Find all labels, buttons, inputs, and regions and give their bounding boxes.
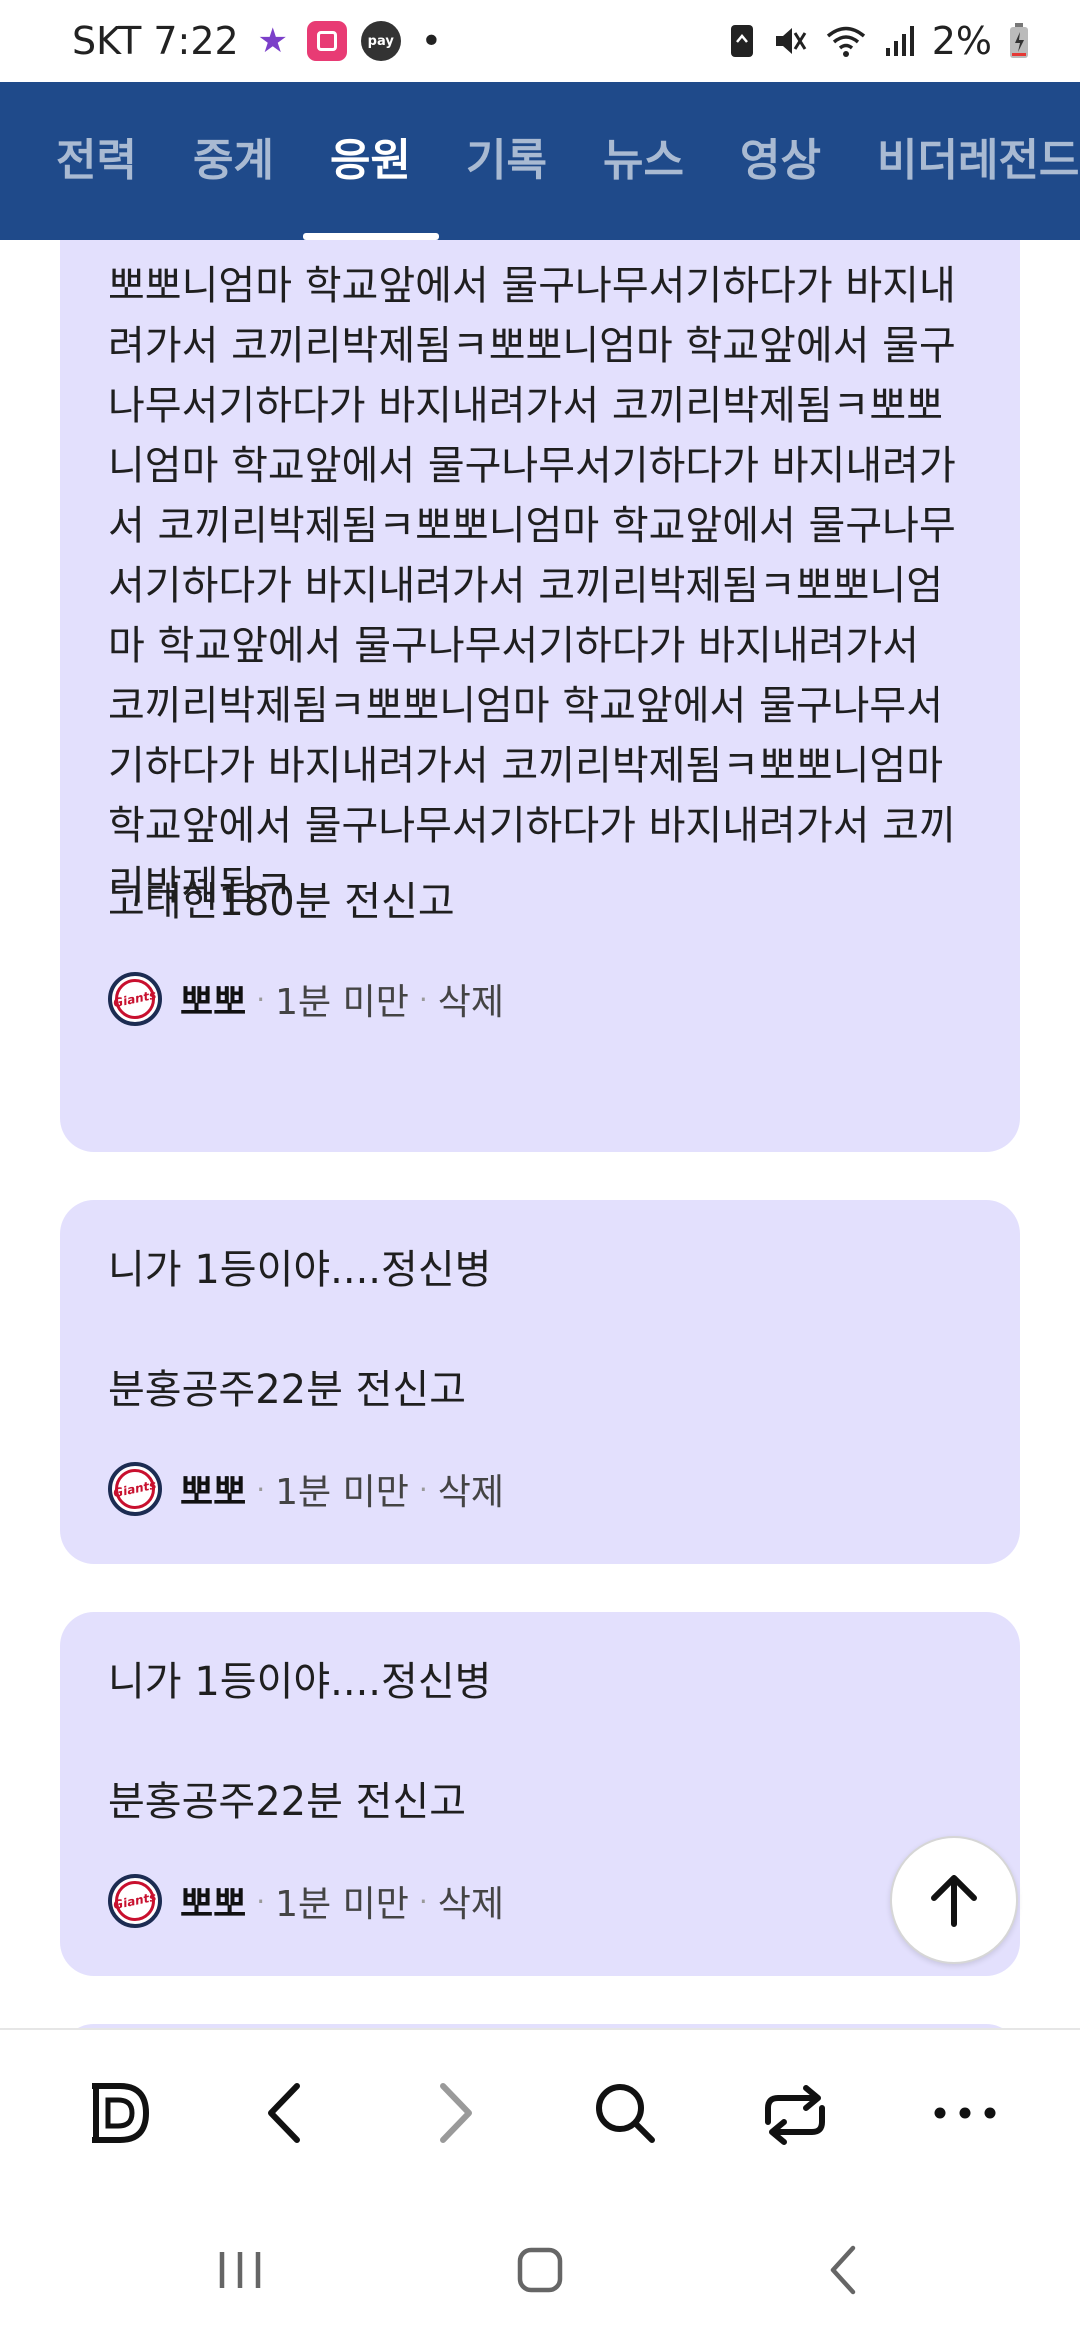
delete-button[interactable]: 삭제: [438, 1463, 504, 1515]
tab-video[interactable]: 영상: [740, 82, 821, 240]
post-signature: 분홍공주22분 전신고: [108, 1367, 467, 1413]
tab-cheer[interactable]: 응원: [330, 82, 411, 240]
recents-icon: [219, 2252, 261, 2288]
post-author[interactable]: 뽀뽀: [180, 1463, 246, 1515]
forward-icon: [440, 2083, 472, 2143]
team-tab-nav: 전력 중계 응원 기록 뉴스 영상 비더레전드: [0, 82, 1080, 240]
search-icon: [596, 2084, 655, 2143]
forward-button[interactable]: [400, 2058, 510, 2168]
d-home-icon: [92, 2083, 149, 2143]
meta-separator: ·: [256, 1472, 266, 1506]
arrow-up-icon: [931, 1875, 977, 1927]
home-icon: [517, 2247, 563, 2293]
post-meta: Giants 뽀뽀 · 1분 미만 · 삭제: [108, 972, 504, 1026]
tabs-switch-icon: [765, 2085, 825, 2145]
search-button[interactable]: [570, 2058, 680, 2168]
cheer-feed[interactable]: 뽀뽀니엄마 학교앞에서 물구나무서기하다가 바지내려가서 코끼리박제됨ㅋ뽀뽀니엄…: [0, 240, 1080, 2028]
battery-charging-icon: [1010, 23, 1028, 58]
meta-separator: ·: [418, 982, 428, 1016]
post-time: 1분 미만: [275, 1472, 409, 1513]
pay-icon: pay: [360, 21, 401, 61]
post-signature: 고태현180분 전신고: [108, 879, 455, 925]
more-icon: [934, 2107, 996, 2119]
wifi-icon: [826, 26, 865, 57]
scroll-to-top-button[interactable]: [890, 1836, 1018, 1964]
back-button[interactable]: [230, 2058, 340, 2168]
notification-dot-icon: •: [420, 20, 442, 62]
tab-be-the-legend[interactable]: 비더레전드: [877, 82, 1079, 240]
post-meta: Giants 뽀뽀 · 1분 미만 · 삭제: [108, 1874, 504, 1928]
system-back-button[interactable]: [795, 2220, 895, 2320]
post-card: 니가 1등이야....정신병 분홍공주22분 전신고 Giants 뽀뽀 · 1…: [60, 1612, 1020, 1976]
post-signature: 분홍공주22분 전신고: [108, 1779, 467, 1825]
post-text: 뽀뽀니엄마 학교앞에서 물구나무서기하다가 바지내려가서 코끼리박제됨ㅋ뽀뽀니엄…: [108, 263, 956, 909]
tab-records[interactable]: 기록: [466, 82, 547, 240]
post-card: 뽀뽀니엄마 학교앞에서 물구나무서기하다가 바지내려가서 코끼리박제됨ㅋ뽀뽀니엄…: [60, 240, 1020, 1152]
carrier-time: SKT 7:22: [72, 19, 239, 63]
post-author[interactable]: 뽀뽀: [180, 973, 246, 1025]
tab-news[interactable]: 뉴스: [603, 82, 684, 240]
system-nav-bar: [0, 2194, 1080, 2340]
back-icon: [268, 2083, 300, 2143]
post-meta: Giants 뽀뽀 · 1분 미만 · 삭제: [108, 1462, 504, 1516]
signal-icon: [885, 26, 914, 56]
post-time: 1분 미만: [275, 1884, 409, 1925]
giants-logo-icon: Giants: [108, 972, 162, 1026]
status-right: 2%: [728, 19, 1030, 63]
delete-button[interactable]: 삭제: [438, 973, 504, 1025]
post-text: 니가 1등이야....정신병: [108, 1247, 492, 1293]
star-app-icon: ★: [257, 21, 288, 61]
pink-app-icon: [306, 21, 347, 61]
back-icon: [830, 2245, 856, 2295]
active-tab-indicator: [303, 233, 439, 240]
meta-separator: ·: [256, 982, 266, 1016]
home-button[interactable]: [490, 2220, 590, 2320]
post-author[interactable]: 뽀뽀: [180, 1875, 246, 1927]
browser-toolbar: [0, 2028, 1080, 2194]
giants-logo-icon: Giants: [108, 1462, 162, 1516]
meta-separator: ·: [256, 1884, 266, 1918]
meta-separator: ·: [418, 1884, 428, 1918]
delete-button[interactable]: 삭제: [438, 1875, 504, 1927]
giants-logo-icon: Giants: [108, 1874, 162, 1928]
status-left: SKT 7:22 ★ pay •: [72, 19, 442, 63]
tabs-switch-button[interactable]: [740, 2058, 850, 2168]
post-card: 니가 1등이야....정신병 분홍공주22분 전신고 Giants 뽀뽀 · 1…: [60, 1200, 1020, 1564]
post-text: 니가 1등이야....정신병: [108, 1659, 492, 1705]
tab-broadcast[interactable]: 중계: [193, 82, 274, 240]
more-button[interactable]: [910, 2058, 1020, 2168]
meta-separator: ·: [418, 1472, 428, 1506]
battery-percent: 2%: [931, 19, 992, 63]
screen: SKT 7:22 ★ pay • 2% 전력 중계 응원 기록 뉴스 영상 비더…: [0, 0, 1080, 2340]
d-home-button[interactable]: [64, 2058, 174, 2168]
tab-lineup[interactable]: 전력: [56, 82, 137, 240]
mute-icon: [775, 28, 806, 54]
recents-button[interactable]: [190, 2220, 290, 2320]
post-time: 1분 미만: [275, 982, 409, 1023]
phone-sync-icon: [730, 25, 753, 57]
status-bar: SKT 7:22 ★ pay • 2%: [0, 0, 1080, 82]
